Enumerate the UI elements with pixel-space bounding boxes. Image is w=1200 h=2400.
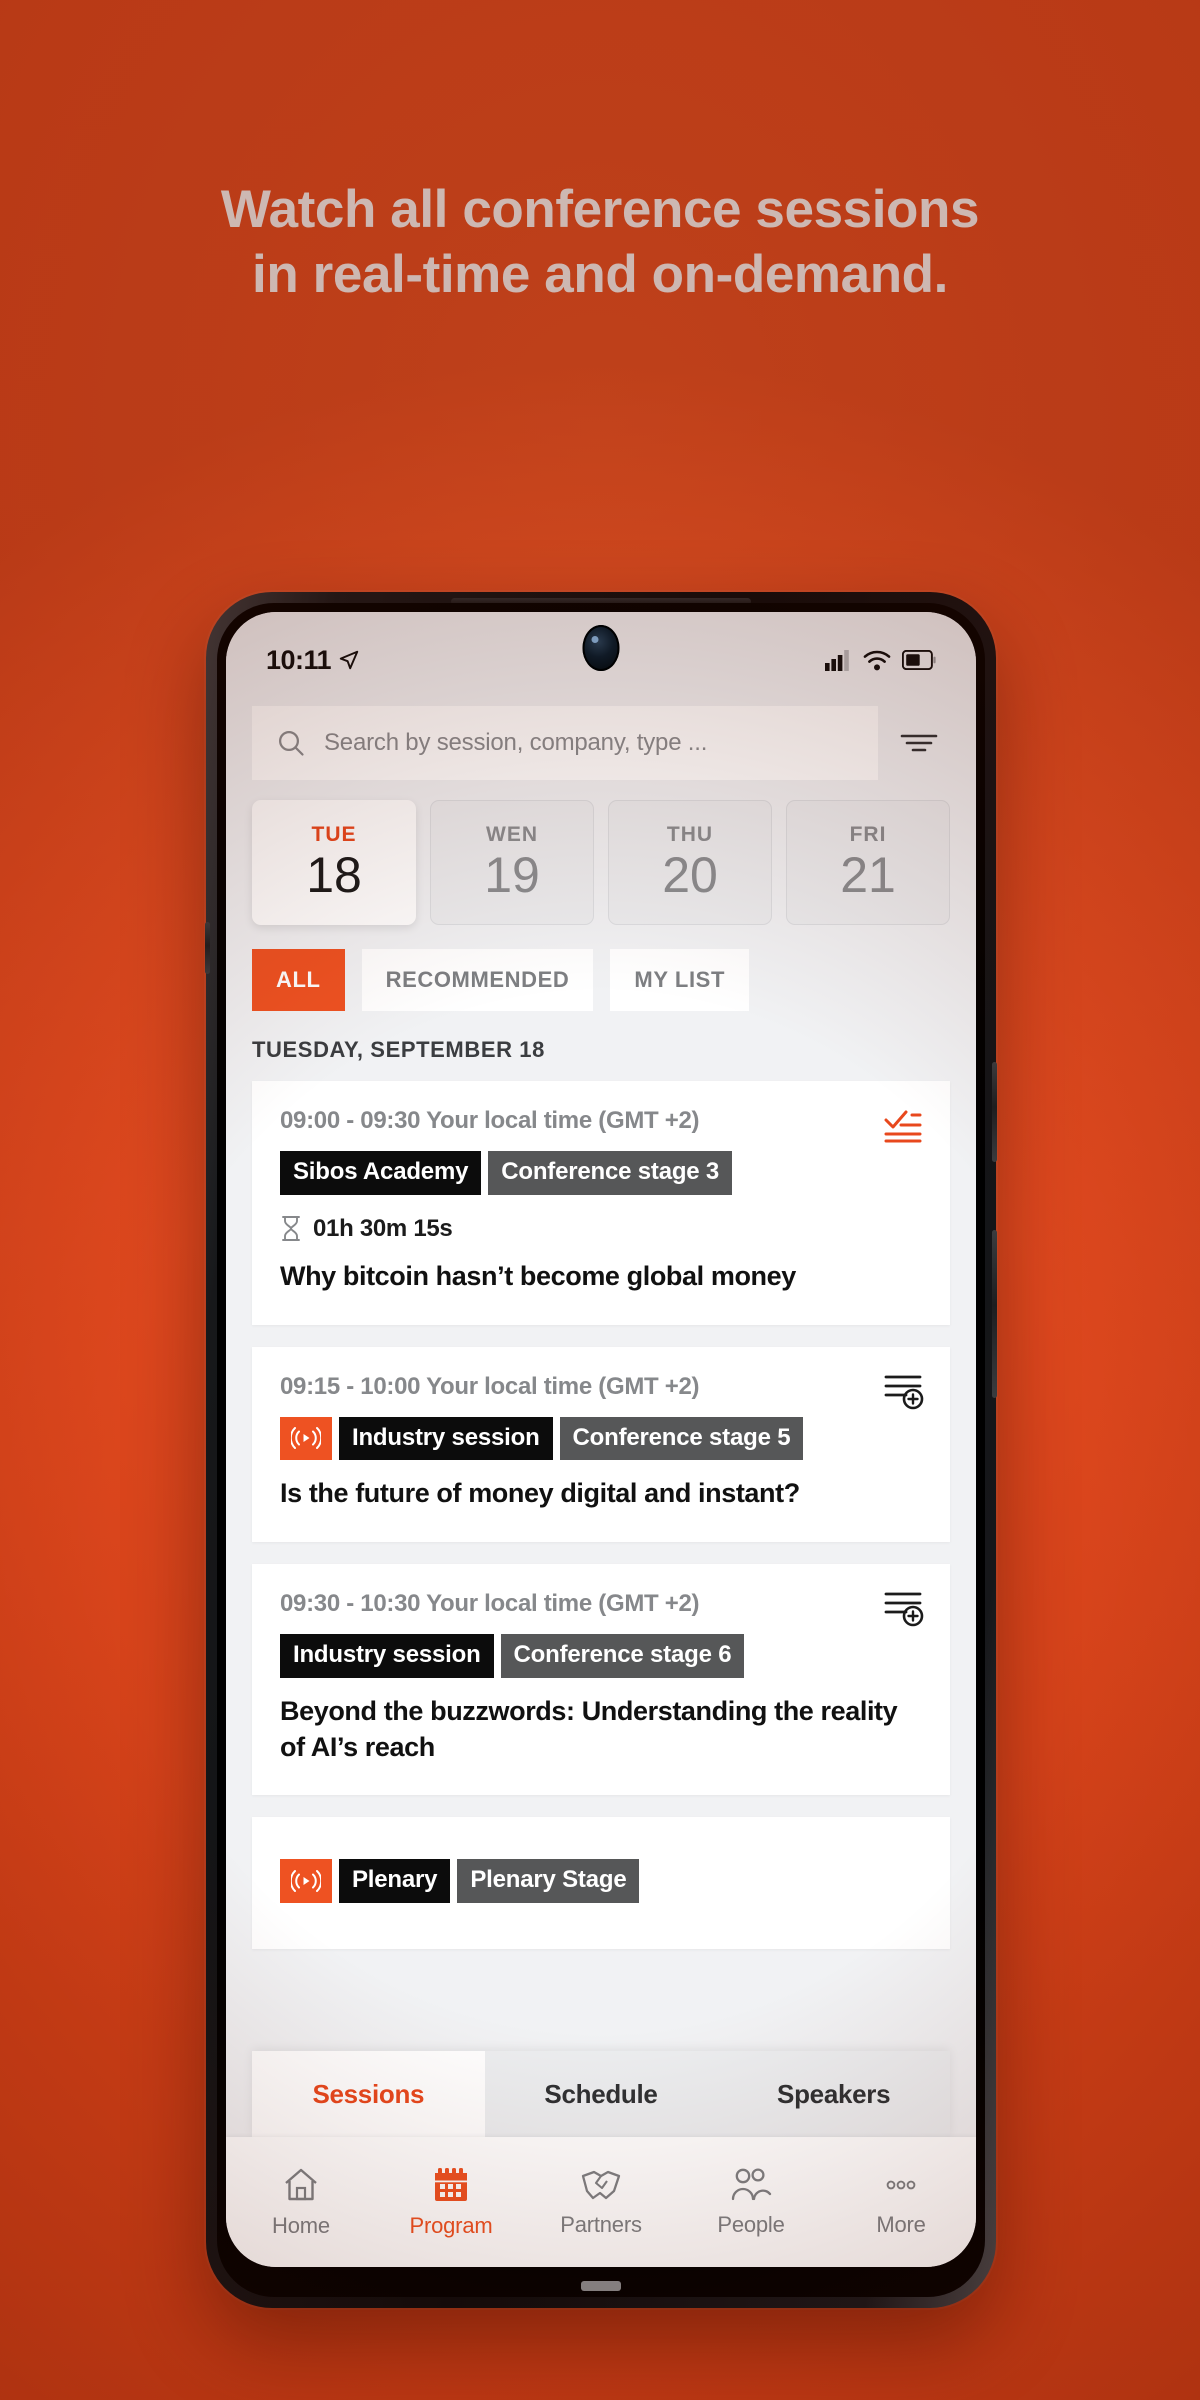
- session-card[interactable]: 09:00 - 09:30 Your local time (GMT +2) S…: [252, 1081, 950, 1325]
- session-list: 09:00 - 09:30 Your local time (GMT +2) S…: [226, 1063, 976, 1949]
- content-tabs: Sessions Schedule Speakers: [252, 2051, 950, 2137]
- date-card-fri-21[interactable]: FRI 21: [786, 800, 950, 925]
- live-broadcast-icon: [280, 1416, 332, 1461]
- chip-my-list[interactable]: MY LIST: [610, 949, 749, 1011]
- session-card[interactable]: 09:15 - 10:00 Your local time (GMT +2) I…: [252, 1346, 950, 1542]
- session-stage-tag: Conference stage 5: [559, 1416, 804, 1461]
- phone-mockup: 10:11 Search by session, company, type .…: [205, 592, 997, 2308]
- phone-screen: 10:11 Search by session, company, type .…: [226, 612, 976, 2267]
- session-tags: Sibos Academy Conference stage 3: [280, 1151, 922, 1195]
- session-time: 09:00 - 09:30 Your local time (GMT +2): [280, 1107, 700, 1134]
- nav-label: More: [876, 2211, 926, 2237]
- home-indicator: [581, 2281, 621, 2291]
- phone-power-button[interactable]: [992, 1062, 997, 1162]
- session-duration: 01h 30m 15s: [280, 1215, 922, 1243]
- session-title: Is the future of money digital and insta…: [280, 1478, 800, 1509]
- tab-sessions[interactable]: Sessions: [252, 2051, 485, 2137]
- status-time: 10:11: [266, 644, 332, 675]
- nav-item-home[interactable]: Home: [226, 2166, 376, 2239]
- filter-icon: [900, 734, 938, 752]
- promo-background: Watch all conference sessions in real-ti…: [0, 0, 1200, 2400]
- session-tags: Plenary Plenary Stage: [280, 1859, 922, 1903]
- session-track-tag: Sibos Academy: [280, 1151, 482, 1195]
- session-title: Why bitcoin hasn’t become global money: [280, 1260, 796, 1291]
- status-bar-left: 10:11: [266, 645, 360, 676]
- date-dow: FRI: [849, 823, 887, 847]
- session-track-tag: Plenary: [339, 1859, 451, 1903]
- status-bar-right: [825, 649, 936, 671]
- session-time: 09:30 - 10:30 Your local time (GMT +2): [280, 1590, 700, 1617]
- phone-volume-button-right[interactable]: [992, 1230, 997, 1398]
- handshake-icon: [581, 2170, 621, 2199]
- date-card-wen-19[interactable]: WEN 19: [430, 800, 594, 925]
- session-duration-text: 01h 30m 15s: [313, 1214, 453, 1242]
- chip-recommended[interactable]: RECOMMENDED: [361, 949, 594, 1011]
- people-icon: [731, 2167, 772, 2200]
- add-to-list-icon[interactable]: [882, 1371, 924, 1416]
- search-icon: [278, 730, 304, 756]
- hourglass-icon: [282, 1216, 300, 1242]
- date-dow: WEN: [486, 823, 538, 847]
- calendar-icon: [435, 2167, 467, 2201]
- filter-chips: ALL RECOMMENDED MY LIST: [226, 925, 976, 1011]
- date-day: 21: [840, 847, 896, 904]
- session-stage-tag: Conference stage 6: [500, 1634, 745, 1678]
- promo-headline: Watch all conference sessions in real-ti…: [0, 178, 1200, 307]
- battery-icon: [902, 650, 936, 670]
- checklist-icon[interactable]: [882, 1105, 924, 1148]
- headline-line-2: in real-time and on-demand.: [252, 244, 948, 304]
- date-dow: THU: [666, 823, 714, 847]
- session-time: 09:15 - 10:00 Your local time (GMT +2): [280, 1372, 700, 1400]
- session-stage-tag: Plenary Stage: [457, 1859, 640, 1903]
- date-card-tue-18[interactable]: TUE 18: [252, 800, 416, 925]
- date-day: 20: [662, 847, 718, 904]
- bottom-navigation: Home Program Partners People More: [226, 2137, 976, 2267]
- tab-schedule[interactable]: Schedule: [485, 2051, 718, 2137]
- add-to-list-icon[interactable]: [882, 1588, 924, 1633]
- nav-label: People: [717, 2211, 785, 2237]
- nav-label: Home: [272, 2212, 330, 2238]
- session-card[interactable]: 09:30 - 10:30 Your local time (GMT +2) I…: [252, 1564, 950, 1796]
- nav-label: Program: [409, 2212, 493, 2238]
- filter-button[interactable]: [888, 712, 950, 774]
- tab-speakers[interactable]: Speakers: [717, 2051, 950, 2137]
- cellular-signal-icon: [825, 649, 849, 671]
- front-camera-icon: [582, 625, 620, 671]
- session-card[interactable]: Plenary Plenary Stage: [252, 1817, 950, 1949]
- nav-item-people[interactable]: People: [676, 2167, 826, 2238]
- nav-item-partners[interactable]: Partners: [526, 2167, 676, 2238]
- date-day: 19: [484, 847, 540, 904]
- date-selector: TUE 18 WEN 19 THU 20 FRI 21: [226, 780, 976, 925]
- session-tags: Industry session Conference stage 6: [280, 1634, 922, 1678]
- nav-item-program[interactable]: Program: [376, 2166, 526, 2239]
- more-dots-icon: [886, 2180, 916, 2189]
- location-arrow-icon: [339, 650, 359, 670]
- phone-volume-button-left[interactable]: [205, 922, 210, 974]
- nav-item-more[interactable]: More: [826, 2167, 976, 2238]
- wifi-icon: [863, 650, 891, 670]
- nav-label: Partners: [560, 2211, 642, 2237]
- headline-line-1: Watch all conference sessions: [220, 180, 980, 239]
- date-dow: TUE: [311, 823, 357, 847]
- date-day: 18: [306, 847, 362, 904]
- day-heading: TUESDAY, SEPTEMBER 18: [252, 1037, 545, 1062]
- session-title: Beyond the buzzwords: Understanding the …: [280, 1695, 898, 1762]
- session-stage-tag: Conference stage 3: [488, 1151, 733, 1195]
- search-placeholder: Search by session, company, type ...: [324, 729, 708, 756]
- search-row: Search by session, company, type ...: [226, 690, 976, 780]
- session-tags: Industry session Conference stage 5: [280, 1416, 922, 1461]
- live-broadcast-icon: [280, 1859, 332, 1903]
- chip-all[interactable]: ALL: [252, 949, 345, 1011]
- session-track-tag: Industry session: [339, 1416, 553, 1461]
- date-card-thu-20[interactable]: THU 20: [608, 800, 772, 925]
- home-icon: [285, 2168, 317, 2200]
- search-input[interactable]: Search by session, company, type ...: [252, 706, 878, 780]
- phone-bezel: 10:11 Search by session, company, type .…: [217, 603, 985, 2297]
- session-track-tag: Industry session: [280, 1634, 494, 1678]
